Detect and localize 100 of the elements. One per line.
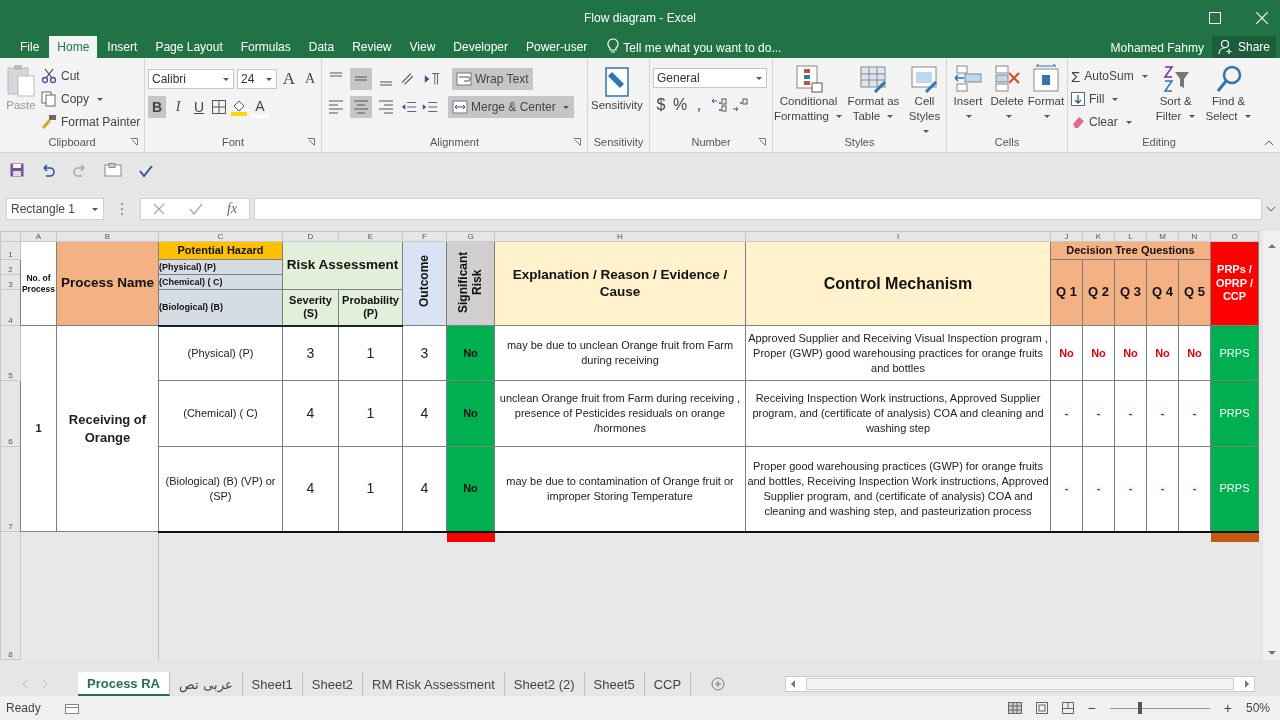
ribbon-tab[interactable]: Developer xyxy=(445,36,516,58)
tell-me-search[interactable]: Tell me what you want to do... xyxy=(623,38,782,58)
column-header[interactable]: L xyxy=(1128,232,1133,241)
column-header[interactable]: J xyxy=(1064,232,1069,241)
ribbon-tab[interactable]: File xyxy=(12,36,48,58)
cancel-icon[interactable] xyxy=(153,203,165,215)
add-sheet-icon[interactable] xyxy=(711,677,726,691)
vertical-scrollbar[interactable] xyxy=(1263,231,1280,660)
row-header[interactable]: 4 xyxy=(8,316,13,325)
ribbon-tab[interactable]: Insert xyxy=(99,36,146,58)
dialog-launcher-icon[interactable] xyxy=(758,138,766,146)
sheet-tab[interactable]: Process RA xyxy=(78,672,170,696)
row-header[interactable]: 1 xyxy=(8,250,13,259)
column-header[interactable]: F xyxy=(422,232,427,241)
ribbon-tab[interactable]: Review xyxy=(344,36,400,58)
shrink-font-button[interactable]: A xyxy=(301,68,319,90)
clear-button[interactable]: Clear xyxy=(1071,112,1149,132)
column-header[interactable]: O xyxy=(1231,232,1238,241)
borders-icon[interactable] xyxy=(211,99,227,115)
row-header[interactable]: 2 xyxy=(8,265,13,274)
font-style-button[interactable]: U xyxy=(190,96,208,118)
column-header[interactable]: A xyxy=(35,232,42,241)
sensitivity-button[interactable]: Sensitivity xyxy=(591,62,643,113)
form-icon[interactable] xyxy=(104,162,122,177)
row-header[interactable]: 7 xyxy=(8,522,13,531)
normal-view-icon[interactable] xyxy=(1007,702,1022,714)
column-header[interactable]: H xyxy=(617,232,623,241)
fill-color-icon[interactable] xyxy=(230,98,248,116)
sort-filter-button[interactable]: Sort & Filter xyxy=(1150,62,1201,124)
zoom-level[interactable]: 50% xyxy=(1245,701,1270,715)
user-name[interactable]: Mohamed Fahmy xyxy=(1110,38,1204,58)
column-header[interactable]: M xyxy=(1159,232,1166,241)
ribbon-tab[interactable]: Power-user xyxy=(518,36,596,58)
close-icon[interactable] xyxy=(1256,12,1268,24)
share-button[interactable]: Share xyxy=(1211,36,1276,58)
maximize-icon[interactable] xyxy=(1209,12,1221,24)
zoom-out-button[interactable]: − xyxy=(1087,700,1096,716)
styles-button[interactable]: Conditional Formatting xyxy=(772,62,845,124)
collapse-ribbon-icon[interactable] xyxy=(1264,140,1274,146)
scroll-left-icon[interactable] xyxy=(790,680,797,688)
row-header[interactable]: 3 xyxy=(8,280,13,289)
cut-button[interactable]: Cut xyxy=(41,66,141,86)
font-size-field[interactable]: 24 xyxy=(237,69,277,89)
font-style-button[interactable]: B xyxy=(148,96,166,118)
row-header[interactable]: 6 xyxy=(8,437,13,446)
scroll-thumb[interactable] xyxy=(806,678,1235,690)
font-style-button[interactable]: I xyxy=(169,96,187,118)
increase-decimal-icon[interactable] xyxy=(710,97,728,113)
page-break-view-icon[interactable] xyxy=(1061,702,1074,714)
column-header[interactable]: I xyxy=(896,232,900,241)
ribbon-tab[interactable]: Page Layout xyxy=(147,36,231,58)
dialog-launcher-icon[interactable] xyxy=(130,138,138,146)
currency-button[interactable]: $ xyxy=(653,94,669,116)
expand-icon[interactable] xyxy=(1266,206,1276,212)
cells-button[interactable]: Delete xyxy=(988,62,1026,124)
styles-button[interactable]: Format as Table xyxy=(845,62,902,124)
insert-function-button[interactable]: fx xyxy=(227,201,238,217)
horizontal-scrollbar[interactable] xyxy=(785,676,1256,692)
scroll-up-icon[interactable] xyxy=(1267,243,1276,249)
decrease-decimal-icon[interactable] xyxy=(731,97,749,113)
formula-input[interactable] xyxy=(254,198,1262,220)
percent-button[interactable]: % xyxy=(672,94,688,116)
column-header[interactable]: G xyxy=(467,232,474,241)
save-icon[interactable] xyxy=(10,162,24,177)
scroll-right-icon[interactable] xyxy=(1244,680,1251,688)
scroll-down-icon[interactable] xyxy=(1267,650,1276,656)
column-header[interactable]: C xyxy=(217,232,224,241)
font-family-field[interactable]: Calibri xyxy=(148,69,234,89)
autosum-button[interactable]: Σ AutoSum xyxy=(1071,66,1149,86)
grow-font-button[interactable]: A xyxy=(280,68,298,90)
macro-record-icon[interactable] xyxy=(64,702,79,714)
cells-button[interactable]: Format xyxy=(1027,62,1065,124)
row-header[interactable]: 8 xyxy=(8,650,13,659)
ribbon-tab[interactable]: Home xyxy=(49,36,98,58)
row-header[interactable]: 5 xyxy=(8,371,13,380)
styles-button[interactable]: Cell Styles xyxy=(902,62,947,139)
page-layout-view-icon[interactable] xyxy=(1035,702,1048,714)
decrease-indent-icon[interactable] xyxy=(400,99,418,115)
comma-button[interactable]: , xyxy=(691,94,707,116)
column-header[interactable]: K xyxy=(1095,232,1102,241)
column-header[interactable]: D xyxy=(307,232,314,241)
font-color-button[interactable]: A xyxy=(251,96,269,118)
number-format-field[interactable]: General xyxy=(653,68,767,88)
undo-icon[interactable] xyxy=(40,162,56,177)
zoom-slider-thumb[interactable] xyxy=(1137,702,1142,714)
ribbon-tab[interactable]: Formulas xyxy=(232,36,299,58)
copy-button[interactable]: Copy xyxy=(41,89,141,109)
name-box[interactable]: Rectangle 1 xyxy=(6,198,104,220)
find-select-button[interactable]: Find & Select xyxy=(1202,62,1255,124)
fill-button[interactable]: Fill xyxy=(1071,89,1149,109)
wrap-text-button[interactable]: Wrap Text xyxy=(452,68,533,90)
increase-indent-icon[interactable] xyxy=(421,99,439,115)
column-header[interactable]: B xyxy=(104,232,111,241)
cells-button[interactable]: Insert xyxy=(949,62,987,124)
merge-center-button[interactable]: Merge & Center xyxy=(448,96,574,118)
column-header[interactable]: E xyxy=(367,232,374,241)
format-painter-button[interactable]: Format Painter xyxy=(41,112,141,132)
zoom-in-button[interactable]: + xyxy=(1223,700,1232,716)
dialog-launcher-icon[interactable] xyxy=(573,138,581,146)
column-header[interactable]: N xyxy=(1191,232,1198,241)
